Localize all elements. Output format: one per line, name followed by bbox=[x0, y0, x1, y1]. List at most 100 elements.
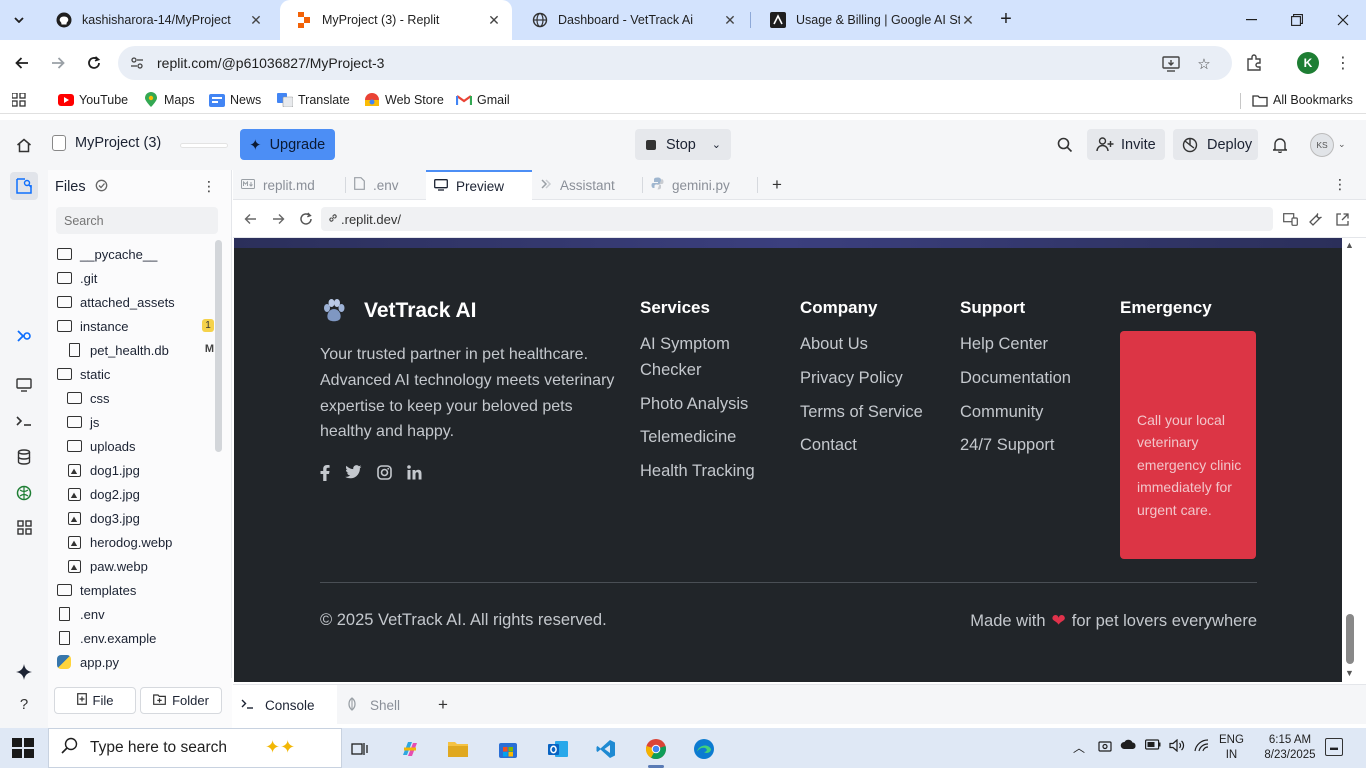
tab-console[interactable]: Console bbox=[233, 685, 337, 725]
file-tree-item[interactable]: uploads bbox=[66, 434, 214, 458]
outlook-icon[interactable] bbox=[538, 732, 578, 766]
close-icon[interactable]: ✕ bbox=[248, 12, 264, 28]
link-terms-of-service[interactable]: Terms of Service bbox=[800, 399, 923, 425]
bookmark-youtube[interactable]: YouTube bbox=[58, 91, 128, 109]
preview-back-icon[interactable] bbox=[241, 210, 259, 228]
cloud-icon[interactable] bbox=[1120, 739, 1137, 753]
meet-now-icon[interactable] bbox=[1098, 739, 1112, 756]
bookmark-webstore[interactable]: Web Store bbox=[364, 91, 444, 109]
facebook-icon[interactable] bbox=[320, 465, 330, 485]
scroll-up-icon[interactable]: ▲ bbox=[1345, 240, 1354, 250]
wifi-icon[interactable] bbox=[1194, 739, 1209, 755]
taskbar-search[interactable]: Type here to search ✦✦ bbox=[48, 728, 342, 768]
instagram-icon[interactable] bbox=[377, 465, 392, 484]
close-window-button[interactable] bbox=[1320, 0, 1366, 40]
all-tools-icon[interactable] bbox=[10, 513, 38, 541]
vscode-icon[interactable] bbox=[586, 732, 626, 766]
reload-button[interactable] bbox=[81, 50, 107, 76]
tab-shell[interactable]: Shell bbox=[337, 685, 423, 725]
show-hidden-icons[interactable]: ︿ bbox=[1073, 739, 1085, 756]
file-tree-item[interactable]: css bbox=[66, 386, 214, 410]
site-info-icon[interactable] bbox=[128, 54, 146, 72]
browser-tab-replit[interactable]: MyProject (3) - Replit ✕ bbox=[280, 0, 512, 40]
file-tree-item[interactable]: pet_health.db M bbox=[66, 338, 214, 362]
add-tab-button[interactable]: + bbox=[767, 175, 787, 195]
bell-icon[interactable] bbox=[1270, 135, 1290, 155]
edge-icon[interactable] bbox=[684, 732, 724, 766]
link-documentation[interactable]: Documentation bbox=[960, 365, 1071, 391]
file-tree-item[interactable]: .git bbox=[56, 266, 214, 290]
file-tree-item[interactable]: .env.example bbox=[56, 626, 214, 650]
file-explorer-icon[interactable] bbox=[438, 732, 478, 766]
chevron-down-icon[interactable]: ⌄ bbox=[712, 138, 721, 151]
preview-tool-icon[interactable] bbox=[10, 371, 38, 399]
restore-button[interactable] bbox=[1274, 0, 1320, 40]
bookmark-news[interactable]: News bbox=[209, 91, 261, 109]
tab-preview[interactable]: Preview bbox=[426, 170, 532, 200]
file-tree-item[interactable]: ⛰ herodog.webp bbox=[66, 530, 214, 554]
add-console-tab-button[interactable]: + bbox=[433, 695, 453, 715]
bookmark-gmail[interactable]: Gmail bbox=[456, 91, 510, 109]
stop-button[interactable]: Stop ⌄ bbox=[635, 129, 731, 160]
link-photo-analysis[interactable]: Photo Analysis bbox=[640, 391, 748, 417]
close-icon[interactable]: ✕ bbox=[486, 12, 502, 28]
upgrade-button[interactable]: ✦ Upgrade bbox=[240, 129, 335, 160]
open-new-tab-icon[interactable] bbox=[1333, 210, 1351, 228]
file-tree-item[interactable]: ⛰ paw.webp bbox=[66, 554, 214, 578]
tab-search-button[interactable] bbox=[8, 9, 30, 31]
preview-reload-icon[interactable] bbox=[297, 210, 315, 228]
bookmark-maps[interactable]: Maps bbox=[143, 91, 195, 109]
footer-brand[interactable]: VetTrack AI bbox=[320, 297, 476, 325]
battery-icon[interactable] bbox=[1145, 739, 1161, 753]
ai-sparkle-icon[interactable] bbox=[10, 658, 38, 686]
forward-button[interactable] bbox=[45, 50, 71, 76]
scrollbar-thumb[interactable] bbox=[1346, 614, 1354, 664]
file-tree-item[interactable]: ⛰ dog3.jpg bbox=[66, 506, 214, 530]
profile-avatar[interactable]: K bbox=[1297, 52, 1319, 74]
system-clock[interactable]: 6:15 AM 8/23/2025 bbox=[1263, 733, 1317, 763]
bookmark-star-icon[interactable]: ☆ bbox=[1194, 54, 1214, 74]
new-tab-button[interactable]: + bbox=[995, 8, 1017, 30]
file-tree-item[interactable]: static bbox=[56, 362, 214, 386]
link-community[interactable]: Community bbox=[960, 399, 1043, 425]
file-tree-item[interactable]: .env bbox=[56, 602, 214, 626]
files-scrollbar[interactable] bbox=[215, 240, 222, 452]
file-tree-item[interactable]: templates bbox=[56, 578, 214, 602]
search-icon[interactable] bbox=[1055, 135, 1075, 155]
windows-start-icon[interactable] bbox=[12, 738, 34, 758]
project-switcher[interactable]: MyProject (3) bbox=[52, 135, 161, 151]
tab-env[interactable]: .env bbox=[346, 170, 426, 200]
link-privacy-policy[interactable]: Privacy Policy bbox=[800, 365, 903, 391]
browser-tab-vettrack[interactable]: Dashboard - VetTrack Ai ✕ bbox=[516, 0, 748, 40]
file-tree-item[interactable]: ⛰ dog1.jpg bbox=[66, 458, 214, 482]
install-app-icon[interactable] bbox=[1161, 54, 1181, 74]
all-bookmarks-button[interactable]: All Bookmarks bbox=[1252, 91, 1353, 109]
back-button[interactable] bbox=[9, 50, 35, 76]
task-view-icon[interactable] bbox=[340, 732, 380, 766]
files-menu-icon[interactable]: ⋮ bbox=[202, 178, 216, 195]
help-icon[interactable]: ? bbox=[10, 690, 38, 718]
link-health-tracking[interactable]: Health Tracking bbox=[640, 458, 755, 484]
devtools-icon[interactable] bbox=[1307, 210, 1325, 228]
link-ai-symptom-checker[interactable]: AI Symptom Checker bbox=[640, 331, 760, 383]
secrets-icon[interactable] bbox=[10, 479, 38, 507]
files-tool-icon[interactable] bbox=[10, 172, 38, 200]
chrome-menu-icon[interactable]: ⋮ bbox=[1331, 51, 1355, 75]
notification-icon[interactable]: ▬ bbox=[1325, 738, 1343, 756]
tab-assistant[interactable]: Assistant bbox=[532, 170, 642, 200]
minimize-button[interactable] bbox=[1228, 0, 1274, 40]
microsoft-store-icon[interactable] bbox=[488, 732, 528, 766]
address-bar[interactable]: replit.com/@p61036827/MyProject-3 ☆ bbox=[118, 46, 1232, 80]
database-icon[interactable] bbox=[10, 443, 38, 471]
user-avatar[interactable]: KS bbox=[1310, 133, 1334, 157]
file-tree-item[interactable]: js bbox=[66, 410, 214, 434]
file-tree-item[interactable]: attached_assets bbox=[56, 290, 214, 314]
extensions-icon[interactable] bbox=[1242, 51, 1266, 75]
tab-gemini-py[interactable]: gemini.py bbox=[643, 170, 757, 200]
link-about-us[interactable]: About Us bbox=[800, 331, 868, 357]
close-icon[interactable]: ✕ bbox=[960, 12, 976, 28]
file-tree-item[interactable]: ⛰ dog2.jpg bbox=[66, 482, 214, 506]
agent-icon[interactable] bbox=[10, 322, 38, 350]
files-search-input[interactable] bbox=[56, 207, 218, 234]
apps-icon[interactable] bbox=[12, 91, 26, 109]
